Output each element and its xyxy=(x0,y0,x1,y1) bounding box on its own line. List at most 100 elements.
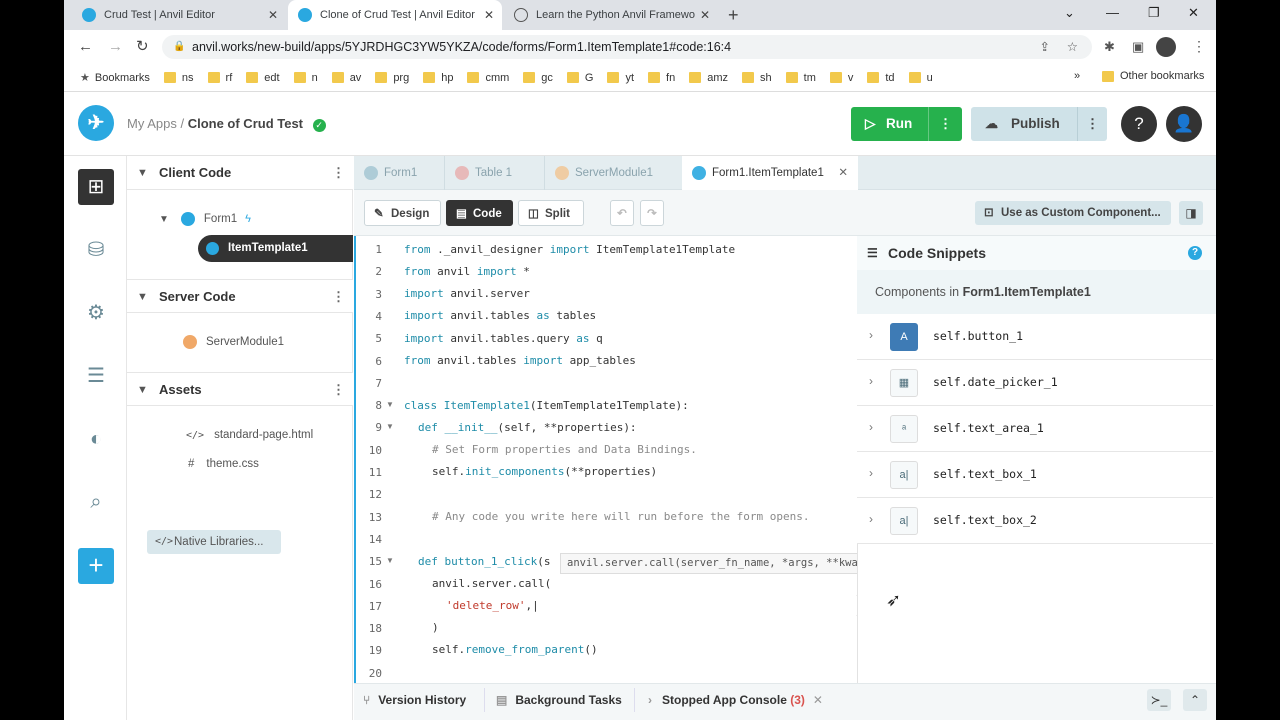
restore-button[interactable]: ❐ xyxy=(1148,5,1160,21)
close-tab-icon[interactable]: ✕ xyxy=(484,8,494,22)
fold-toggle-icon[interactable]: ▼ xyxy=(386,422,394,431)
user-account-icon[interactable]: 👤 xyxy=(1166,106,1202,142)
tab-form1[interactable]: Form1 xyxy=(354,156,444,190)
theme-palette-icon[interactable]: ◐ xyxy=(78,421,114,457)
run-options-icon[interactable]: ⋮ xyxy=(928,107,962,141)
close-tab-icon[interactable]: ✕ xyxy=(268,8,278,22)
browser-tab-learn[interactable]: Learn the Python Anvil Framewo ✕ xyxy=(504,0,718,30)
minimize-button[interactable]: — xyxy=(1106,5,1119,20)
bookmark-item[interactable]: td xyxy=(867,72,895,84)
bookmark-item[interactable]: u xyxy=(908,72,933,84)
share-icon[interactable]: ⇪ xyxy=(1040,35,1050,59)
profile-avatar[interactable] xyxy=(1156,37,1176,57)
background-tasks-button[interactable]: ▤ Background Tasks xyxy=(496,693,622,707)
bookmark-item[interactable]: edt xyxy=(246,72,280,84)
chevron-up-icon[interactable]: ⌃ xyxy=(1183,689,1207,711)
browser-tab-crud-test[interactable]: Crud Test | Anvil Editor ✕ xyxy=(72,0,286,30)
close-tab-icon[interactable]: ✕ xyxy=(838,156,848,190)
snippet-row[interactable]: › Aself.button_1 xyxy=(857,314,1213,360)
bookmark-item[interactable]: n xyxy=(293,72,318,84)
close-tab-icon[interactable]: ✕ xyxy=(700,8,710,22)
side-panel-icon[interactable]: ▣ xyxy=(1132,39,1144,55)
app-console-button[interactable]: › Stopped App Console (3) ✕ xyxy=(648,693,823,707)
url-field[interactable]: 🔒 anvil.works/new-build/apps/5YJRDHGC3YW… xyxy=(162,35,1092,59)
more-bookmarks-button[interactable]: » xyxy=(1074,70,1080,82)
asset-item[interactable]: # theme.css xyxy=(188,458,259,470)
publish-button[interactable]: ☁ Publish ⋮ xyxy=(971,107,1107,141)
publish-options-icon[interactable]: ⋮ xyxy=(1077,107,1107,141)
bookmark-item[interactable]: sh xyxy=(742,72,772,84)
tab-search-icon[interactable]: ⌄ xyxy=(1064,5,1075,21)
help-icon[interactable]: ? xyxy=(1188,246,1202,260)
settings-gear-icon[interactable]: ⚙ xyxy=(78,295,114,331)
bookmark-item[interactable]: cmm xyxy=(467,72,509,84)
database-icon[interactable]: ⛁ xyxy=(78,232,114,268)
close-window-button[interactable]: ✕ xyxy=(1188,5,1199,21)
asset-item[interactable]: </> standard-page.html xyxy=(186,429,313,441)
tree-item-servermodule1[interactable]: ServerModule1 xyxy=(183,335,284,349)
fold-toggle-icon[interactable]: ▼ xyxy=(386,400,394,409)
bookmark-item[interactable]: ns xyxy=(163,72,194,84)
bookmark-item[interactable]: tm xyxy=(785,72,816,84)
snippet-row[interactable]: › ᵃ self.text_area_1 xyxy=(857,406,1213,452)
server-code-header[interactable]: ▼ Server Code ⋮ xyxy=(127,279,353,313)
bookmark-item[interactable]: rf xyxy=(207,72,232,84)
undo-icon[interactable]: ↶ xyxy=(610,200,634,226)
app-browser-icon[interactable]: ⊞ xyxy=(78,169,114,205)
tab-table1[interactable]: Table 1 xyxy=(444,156,544,190)
new-tab-button[interactable]: + xyxy=(728,5,739,26)
design-button[interactable]: ✎ Design xyxy=(364,200,441,226)
bookmark-item[interactable]: hp xyxy=(423,72,453,84)
toggle-panel-icon[interactable]: ◨ xyxy=(1179,201,1203,225)
tree-item-form1[interactable]: ▼ Form1 ϟ xyxy=(159,212,251,226)
folder-icon xyxy=(293,72,306,83)
bookmark-item[interactable]: G xyxy=(566,72,593,84)
client-code-header[interactable]: ▼ Client Code ⋮ xyxy=(127,156,353,190)
code-button[interactable]: ▤ Code xyxy=(446,200,513,226)
close-icon[interactable]: ✕ xyxy=(813,693,823,707)
tree-item-itemtemplate1[interactable]: ItemTemplate1 xyxy=(198,235,353,262)
bookmark-item[interactable]: prg xyxy=(375,72,409,84)
bookmark-item[interactable]: gc xyxy=(523,72,553,84)
snippet-row[interactable]: › a| self.text_box_1 xyxy=(857,452,1213,498)
tab-form1-itemtemplate1[interactable]: Form1.ItemTemplate1 ✕ xyxy=(682,156,858,190)
snippet-row[interactable]: › ▦ self.date_picker_1 xyxy=(857,360,1213,406)
code-editor[interactable]: from ._anvil_designer import ItemTemplat… xyxy=(398,236,856,683)
reload-icon[interactable]: ↻ xyxy=(136,37,149,55)
fold-toggle-icon[interactable]: ▼ xyxy=(386,556,394,565)
search-icon[interactable]: ⌕ xyxy=(78,484,114,520)
split-button[interactable]: ◫ Split xyxy=(518,200,584,226)
snippet-row[interactable]: › a| self.text_box_2 xyxy=(857,498,1213,544)
add-feature-button[interactable]: + xyxy=(78,548,114,584)
version-history-button[interactable]: ⑂ Version History xyxy=(363,693,466,707)
bookmark-item[interactable]: ★ Bookmarks xyxy=(80,71,150,85)
section-menu-icon[interactable]: ⋮ xyxy=(332,373,345,407)
star-icon[interactable]: ☆ xyxy=(1067,35,1078,59)
app-name[interactable]: Clone of Crud Test xyxy=(188,116,303,131)
use-as-custom-component-button[interactable]: ⊡ Use as Custom Component... xyxy=(975,201,1171,225)
section-menu-icon[interactable]: ⋮ xyxy=(332,156,345,190)
other-bookmarks[interactable]: Other bookmarks xyxy=(1102,70,1204,82)
bookmark-item[interactable]: yt xyxy=(607,72,634,84)
tab-servermodule1[interactable]: ServerModule1 xyxy=(544,156,682,190)
browser-menu-icon[interactable]: ⋮ xyxy=(1192,38,1206,55)
help-icon[interactable]: ? xyxy=(1121,106,1157,142)
list-icon[interactable]: ☰ xyxy=(78,358,114,394)
anvil-logo-icon[interactable]: ✈ xyxy=(78,105,114,141)
forward-icon[interactable]: → xyxy=(108,38,123,55)
section-menu-icon[interactable]: ⋮ xyxy=(332,280,345,314)
bookmark-item[interactable]: v xyxy=(829,72,853,84)
bookmark-item[interactable]: fn xyxy=(648,72,675,84)
terminal-icon[interactable]: ≻_ xyxy=(1147,689,1171,711)
my-apps-link[interactable]: My Apps xyxy=(127,116,177,131)
extensions-icon[interactable]: ✱ xyxy=(1104,39,1115,55)
assets-header[interactable]: ▼ Assets ⋮ xyxy=(127,372,353,406)
native-libraries-button[interactable]: </> Native Libraries... xyxy=(147,530,281,554)
browser-tab-clone[interactable]: Clone of Crud Test | Anvil Editor ✕ xyxy=(288,0,502,30)
bookmark-item[interactable]: amz xyxy=(689,72,728,84)
redo-icon[interactable]: ↷ xyxy=(640,200,664,226)
back-icon[interactable]: ← xyxy=(78,38,93,55)
run-button[interactable]: ▷ Run ⋮ xyxy=(851,107,962,141)
bookmark-item[interactable]: av xyxy=(331,72,361,84)
folder-icon xyxy=(908,72,921,83)
